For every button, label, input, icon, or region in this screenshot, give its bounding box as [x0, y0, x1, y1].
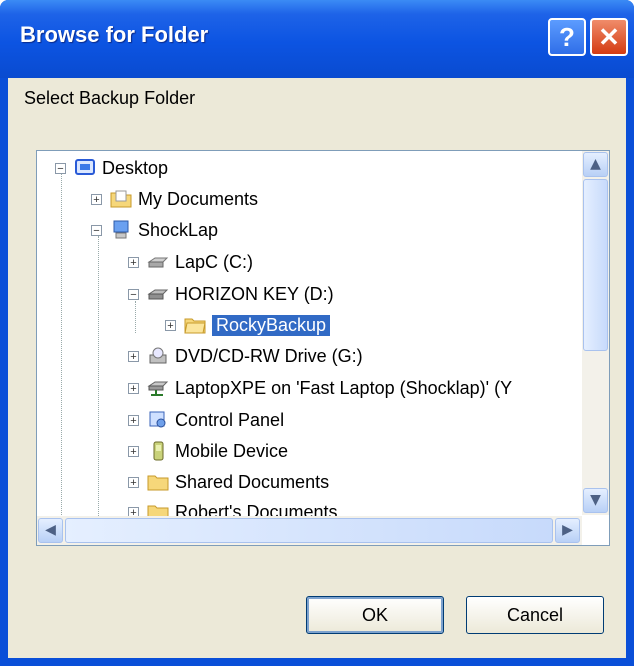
- scroll-up-button[interactable]: ▲: [583, 152, 608, 177]
- folder-tree[interactable]: − Desktop + My Documents − ShockLap + La…: [36, 150, 610, 546]
- scroll-left-button[interactable]: ◀: [38, 518, 63, 543]
- tree-item-rockybackup[interactable]: + RockyBackup: [165, 310, 331, 340]
- tree-item-label: DVD/CD-RW Drive (G:): [175, 345, 363, 366]
- vertical-scroll-thumb[interactable]: [583, 179, 608, 351]
- tree-item-shared-documents[interactable]: + Shared Documents: [128, 467, 329, 497]
- tree-item-label: LaptopXPE on 'Fast Laptop (Shocklap)' (Y: [175, 377, 513, 398]
- tree-item-control-panel[interactable]: + Control Panel: [128, 405, 284, 435]
- cancel-button[interactable]: Cancel: [466, 596, 604, 634]
- horizontal-scroll-thumb[interactable]: [65, 518, 553, 543]
- hard-drive-icon: [147, 257, 169, 268]
- my-documents-folder-icon: [110, 190, 132, 208]
- vertical-scrollbar[interactable]: ▲ ▼: [582, 151, 609, 515]
- expand-icon[interactable]: +: [128, 382, 139, 394]
- cd-drive-icon: [149, 347, 167, 364]
- tree-item-lapc[interactable]: + LapC (C:): [128, 247, 253, 277]
- collapse-icon[interactable]: −: [55, 162, 66, 174]
- expand-icon[interactable]: +: [91, 193, 102, 205]
- dialog-description: Select Backup Folder: [24, 88, 196, 108]
- collapse-icon[interactable]: −: [91, 224, 102, 236]
- tree-connector: [98, 236, 99, 536]
- scroll-right-button[interactable]: ▶: [555, 518, 580, 543]
- network-drive-icon: [147, 381, 169, 396]
- expand-icon[interactable]: +: [128, 414, 139, 426]
- tree-item-horizon-key[interactable]: − HORIZON KEY (D:): [128, 279, 334, 309]
- expand-icon[interactable]: +: [128, 445, 139, 457]
- mobile-device-icon: [153, 441, 164, 461]
- tree-item-shocklap[interactable]: − ShockLap: [91, 215, 218, 245]
- expand-icon[interactable]: +: [165, 319, 176, 331]
- ok-button[interactable]: OK: [306, 596, 444, 634]
- title-bar[interactable]: Browse for Folder ? ✕: [0, 0, 634, 78]
- tree-item-label: My Documents: [138, 188, 259, 209]
- expand-icon[interactable]: +: [128, 350, 139, 362]
- tree-item-desktop[interactable]: − Desktop: [55, 153, 168, 183]
- tree-item-label: Desktop: [102, 157, 169, 178]
- collapse-icon[interactable]: −: [128, 288, 139, 300]
- window-title: Browse for Folder: [20, 22, 209, 47]
- tree-item-laptopxpe[interactable]: + LaptopXPE on 'Fast Laptop (Shocklap)' …: [128, 373, 512, 403]
- close-button[interactable]: ✕: [590, 18, 628, 56]
- tree-item-my-documents[interactable]: + My Documents: [91, 184, 258, 214]
- tree-item-dvd-drive[interactable]: + DVD/CD-RW Drive (G:): [128, 341, 363, 371]
- desktop-icon: [75, 159, 95, 175]
- expand-icon[interactable]: +: [128, 256, 139, 268]
- tree-item-label: Shared Documents: [175, 471, 330, 492]
- expand-icon[interactable]: +: [128, 476, 139, 488]
- tree-item-label: ShockLap: [138, 219, 219, 240]
- tree-item-mobile-device[interactable]: + Mobile Device: [128, 436, 288, 466]
- tree-item-label: Mobile Device: [175, 440, 289, 461]
- scroll-down-button[interactable]: ▼: [583, 488, 608, 513]
- folder-open-icon: [184, 318, 206, 334]
- horizontal-scrollbar[interactable]: ◀ ▶: [37, 516, 582, 545]
- tree-item-label: HORIZON KEY (D:): [175, 283, 334, 304]
- tree-item-label: Control Panel: [175, 409, 285, 430]
- tree-item-label: LapC (C:): [175, 251, 254, 272]
- control-panel-icon: [149, 411, 166, 428]
- tree-connector: [61, 173, 62, 533]
- removable-drive-icon: [147, 289, 169, 300]
- folder-icon: [147, 475, 169, 491]
- tree-item-label-selected: RockyBackup: [212, 314, 331, 336]
- computer-icon: [113, 220, 129, 239]
- help-button[interactable]: ?: [548, 18, 586, 56]
